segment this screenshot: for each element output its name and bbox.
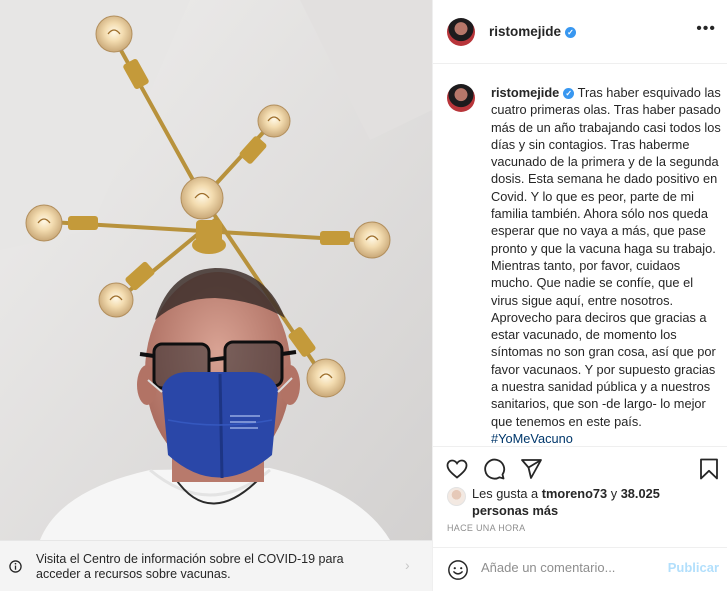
post-timestamp[interactable]: HACE UNA HORA bbox=[447, 523, 525, 533]
share-icon[interactable] bbox=[519, 457, 543, 481]
liker-avatar[interactable] bbox=[447, 487, 466, 506]
covid-banner-text: Visita el Centro de información sobre el… bbox=[36, 552, 344, 581]
avatar[interactable] bbox=[447, 18, 475, 46]
covid-info-banner[interactable]: Visita el Centro de información sobre el… bbox=[0, 540, 432, 591]
comment-icon[interactable] bbox=[482, 457, 506, 481]
post-image bbox=[0, 0, 432, 540]
caption-username[interactable]: ristomejide bbox=[491, 85, 559, 100]
caption-text: Tras haber esquivado las cuatro primeras… bbox=[491, 85, 721, 429]
verified-badge-icon: ✓ bbox=[563, 88, 575, 99]
likes-text: Les gusta a tmoreno73 y 38.025 personas … bbox=[472, 485, 712, 519]
hashtag-link[interactable]: #YoMeVacuno bbox=[491, 431, 573, 446]
caption-avatar[interactable] bbox=[447, 84, 475, 112]
info-icon bbox=[9, 560, 22, 573]
chevron-right-icon: › bbox=[405, 557, 410, 573]
bookmark-icon[interactable] bbox=[697, 457, 721, 481]
header-username[interactable]: ristomejide ✓ bbox=[489, 24, 577, 39]
liker-username[interactable]: tmoreno73 bbox=[542, 486, 607, 501]
action-bar bbox=[433, 446, 727, 486]
header-username-text[interactable]: ristomejide bbox=[489, 24, 561, 39]
likes-summary: Les gusta a tmoreno73 y 38.025 personas … bbox=[447, 485, 722, 519]
post-header: ristomejide ✓ ••• bbox=[433, 0, 727, 64]
comment-box: Publicar bbox=[433, 547, 727, 591]
heart-icon[interactable] bbox=[445, 457, 469, 481]
caption-area: ristomejide ✓ Tras haber esquivado las cu… bbox=[433, 64, 727, 446]
verified-badge-icon: ✓ bbox=[565, 27, 577, 38]
post-side-panel: ristomejide ✓ ••• ristomejide ✓ Tras haber… bbox=[432, 0, 727, 591]
publish-button[interactable]: Publicar bbox=[668, 560, 719, 575]
post-photo[interactable] bbox=[0, 0, 432, 540]
more-options-icon[interactable]: ••• bbox=[696, 20, 716, 38]
emoji-icon[interactable] bbox=[447, 559, 469, 581]
post-caption: ristomejide ✓ Tras haber esquivado las cu… bbox=[491, 84, 723, 447]
comment-input[interactable] bbox=[481, 560, 661, 575]
likes-prefix: Les gusta a bbox=[472, 486, 539, 501]
likes-suffix: y bbox=[610, 486, 618, 501]
